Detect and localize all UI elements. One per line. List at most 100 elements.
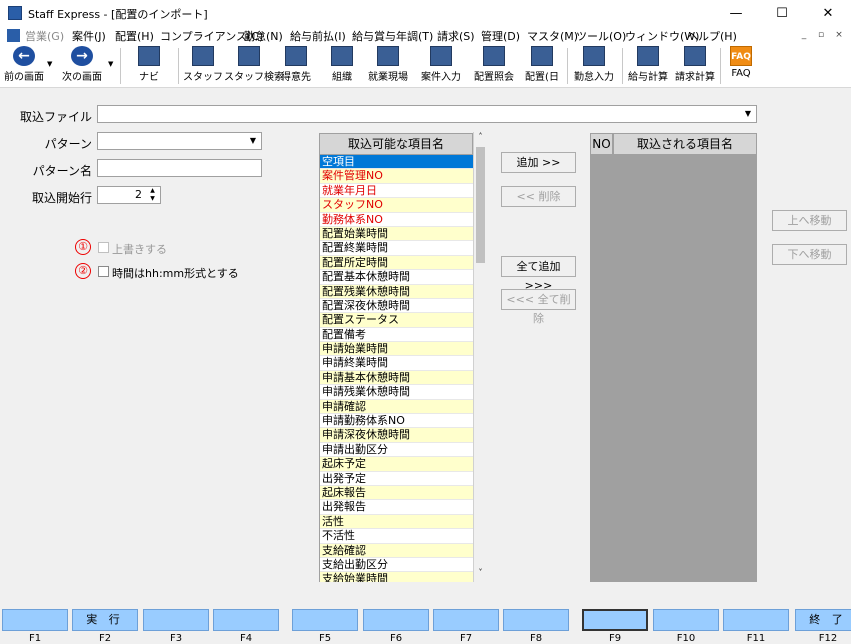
fkey-f10-button[interactable] [653,609,719,631]
available-item[interactable]: 勤務体系NO [320,212,473,227]
available-item[interactable]: 支給始業時間 [320,572,473,582]
pattern-name-input[interactable] [97,159,262,177]
overwrite-checkbox[interactable] [98,242,109,253]
available-item[interactable]: 申請深夜休憩時間 [320,428,473,443]
available-item[interactable]: 申請始業時間 [320,342,473,357]
payroll-icon [637,46,659,66]
available-item[interactable]: 起床報告 [320,485,473,501]
payroll-button[interactable]: 給与計算 [625,46,671,86]
menu-admin[interactable]: 管理(D) [481,28,520,44]
time-format-checkbox[interactable] [98,266,109,277]
attendance-entry-button[interactable]: 勤怠入力 [570,46,618,86]
remove-all-button[interactable]: <<< 全て削除 [501,289,576,325]
available-item[interactable]: 配置残業休憩時間 [320,284,473,299]
menu-help[interactable]: ヘルプ(H) [687,28,737,44]
mdi-minimize-button[interactable]: _ [797,29,811,42]
pattern-combo[interactable]: ▼ [97,132,262,150]
assignment-inquiry-button[interactable]: 配置照会 [470,46,518,86]
available-item[interactable]: 配置始業時間 [320,226,473,242]
maximize-button[interactable]: ☐ [759,0,805,27]
move-down-button[interactable]: 下へ移動 [772,244,847,265]
available-item[interactable]: 申請確認 [320,399,473,415]
forward-button[interactable]: → 次の画面 [58,46,106,86]
scroll-up-icon[interactable]: ˄ [474,132,487,146]
fkey-f1-button[interactable] [2,609,68,631]
worksite-icon [377,46,399,66]
available-item[interactable]: 配置終業時間 [320,241,473,256]
menu-billing[interactable]: 請求(S) [437,28,475,44]
back-button[interactable]: ← 前の画面 [2,46,46,86]
fkey-f8-button[interactable] [503,609,569,631]
fkey-f3-button[interactable] [143,609,209,631]
available-item[interactable]: 案件管理NO [320,169,473,184]
fkey-f2-button[interactable]: 実 行 [72,609,138,631]
staff-button[interactable]: スタッフ [183,46,223,86]
worksite-button[interactable]: 就業現場 [366,46,410,86]
available-item[interactable]: 空項目 [320,155,473,170]
available-item[interactable]: 申請残業休憩時間 [320,385,473,400]
available-item[interactable]: 申請出勤区分 [320,442,473,458]
back-dropdown-icon[interactable]: ▼ [47,60,52,68]
available-item[interactable]: 就業年月日 [320,183,473,199]
move-up-button[interactable]: 上へ移動 [772,210,847,231]
import-file-combo[interactable]: ▼ [97,105,757,123]
spinner-arrows-icon[interactable]: ▲ ▼ [146,187,159,203]
mdi-restore-button[interactable]: ▫ [814,29,828,42]
assignment-daily-button[interactable]: 配置(日 [520,46,564,86]
available-item[interactable]: 活性 [320,514,473,530]
mdi-close-button[interactable]: × [832,29,846,42]
customer-button[interactable]: 得意先 [276,46,316,86]
available-item[interactable]: 申請基本休憩時間 [320,370,473,386]
fkey-f4-button[interactable] [213,609,279,631]
staff-search-button[interactable]: スタッフ検索 [224,46,284,86]
scroll-down-icon[interactable]: ˅ [474,568,487,582]
fkey-f7-button[interactable] [433,609,499,631]
available-item[interactable]: 出発報告 [320,500,473,515]
close-button[interactable]: ✕ [805,0,851,27]
menu-master[interactable]: マスタ(M) [527,28,578,44]
available-item[interactable]: 配置所定時間 [320,255,473,271]
available-item[interactable]: 配置ステータス [320,313,473,328]
fkey-f11-button[interactable] [723,609,789,631]
fkey-f6-button[interactable] [363,609,429,631]
available-item[interactable]: 申請勤務体系NO [320,414,473,429]
menu-salary-advance[interactable]: 給与前払(I) [290,28,346,44]
available-item[interactable]: 配置深夜休憩時間 [320,298,473,314]
menu-assignment[interactable]: 配置(H) [115,28,154,44]
faq-button[interactable]: FAQ FAQ [726,46,756,86]
fkey-f5-button[interactable] [292,609,358,631]
available-item[interactable]: 申請終業時間 [320,356,473,371]
available-item[interactable]: スタッフNO [320,198,473,213]
available-item[interactable]: 配置基本休憩時間 [320,270,473,285]
minimize-button[interactable]: — [713,0,759,27]
menu-tools[interactable]: ツール(O) [576,28,626,44]
menu-salary-bonus[interactable]: 給与賞与年調(T) [352,28,433,44]
menu-attendance[interactable]: 勤怠(N) [244,28,283,44]
available-item[interactable]: 支給確認 [320,543,473,558]
case-entry-button[interactable]: 案件入力 [418,46,464,86]
billing-button[interactable]: 請求計算 [672,46,718,86]
menu-sales[interactable]: 営業(G) [25,28,64,44]
chevron-down-icon[interactable]: ▼ [246,134,260,148]
available-list-scrollbar[interactable]: ˄ ˅ [473,132,487,582]
fkey-f9-button[interactable] [582,609,648,631]
add-button[interactable]: 追加 >> [501,152,576,173]
menu-case[interactable]: 案件(J) [72,28,106,44]
fkey-f2-label: F2 [98,633,112,644]
scroll-thumb[interactable] [476,147,485,263]
available-item[interactable]: 不活性 [320,529,473,544]
start-row-spinner[interactable]: 2 ▲ ▼ [97,186,161,204]
available-item[interactable]: 起床予定 [320,457,473,472]
available-item[interactable]: 出発予定 [320,471,473,486]
fkey-f12-button[interactable]: 終 了 [795,609,851,631]
imported-items-list[interactable] [590,155,757,582]
available-item[interactable]: 配置備考 [320,327,473,343]
navi-button[interactable]: ナビ [128,46,170,86]
organization-button[interactable]: 組織 [322,46,362,86]
add-all-button[interactable]: 全て追加 >>> [501,256,576,292]
chevron-down-icon[interactable]: ▼ [741,107,755,121]
remove-button[interactable]: << 削除 [501,186,576,207]
forward-dropdown-icon[interactable]: ▼ [108,60,113,68]
available-items-list[interactable]: 空項目 案件管理NO 就業年月日 スタッフNO 勤務体系NO 配置始業時間 配置終業時間 配置… [319,155,473,582]
available-item[interactable]: 支給出勤区分 [320,557,473,573]
